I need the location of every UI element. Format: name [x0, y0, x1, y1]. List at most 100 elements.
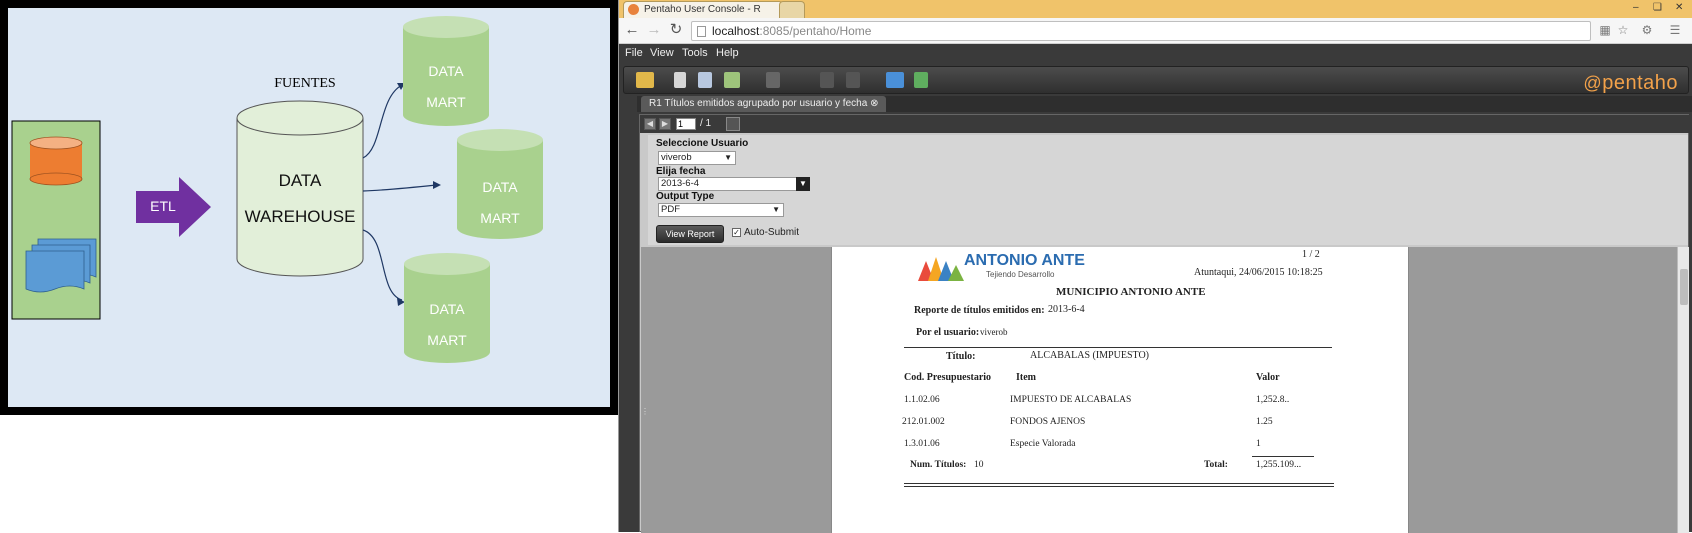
report-date-value: 2013-6-4: [1048, 304, 1085, 315]
output-param-label: Output Type: [656, 191, 715, 202]
save-as-icon[interactable]: [846, 72, 860, 88]
save-icon[interactable]: [820, 72, 834, 88]
menu-file[interactable]: File: [625, 47, 643, 59]
etl-arrow: ETL: [136, 177, 211, 237]
mart-2-label-1: DATA: [482, 179, 518, 195]
title-label: Título:: [946, 351, 976, 362]
row-3-value: 1: [1256, 439, 1261, 449]
row-1-item: IMPUESTO DE ALCABALAS: [1010, 395, 1132, 405]
scrollbar-thumb[interactable]: [1680, 269, 1688, 305]
toggle-params-icon[interactable]: [726, 117, 740, 131]
bottom-divider-2: [904, 486, 1334, 487]
pentaho-favicon-icon: [628, 4, 639, 15]
date-input-value: 2013-6-4: [661, 178, 700, 189]
next-page-icon[interactable]: ▶: [659, 118, 671, 130]
page-number-input[interactable]: 1: [676, 118, 696, 130]
output-type-select[interactable]: PDF ▼: [658, 203, 784, 217]
count-label: Num. Títulos:: [910, 460, 967, 470]
antonio-ante-logo-icon: [918, 257, 964, 281]
data-mart-3: DATA MART: [404, 253, 490, 363]
url-path: :8085/pentaho/Home: [759, 24, 872, 38]
menu-help[interactable]: Help: [716, 47, 739, 59]
logo-tagline: Tejiendo Desarrollo: [986, 270, 1055, 279]
browser-window: Pentaho User Console - R – ❏ ✕ ← → ↻ loc…: [618, 0, 1692, 533]
report-tab[interactable]: R1 Títulos emitidos agrupado por usuario…: [641, 96, 887, 112]
row-2-value: 1.25: [1256, 417, 1273, 427]
user-select[interactable]: viverob ▼: [658, 151, 736, 165]
manage-icon[interactable]: [724, 72, 740, 88]
report-panel: ◀ ▶ 1 / 1 Seleccione Usuario viverob ▼ E…: [639, 114, 1690, 533]
restore-icon[interactable]: ❏: [1653, 2, 1662, 13]
menu-icon[interactable]: ☰: [1667, 22, 1683, 38]
menu-view[interactable]: View: [650, 47, 674, 59]
translate-icon[interactable]: ▦: [1597, 22, 1613, 38]
checkmark-icon: ✓: [732, 227, 741, 237]
browser-view-icon[interactable]: [886, 72, 904, 88]
back-icon[interactable]: ←: [623, 21, 641, 39]
parameter-panel: Seleccione Usuario viverob ▼ Elija fecha…: [648, 135, 1688, 245]
browser-tab[interactable]: Pentaho User Console - R: [623, 1, 783, 18]
calendar-dropdown-icon[interactable]: ▼: [796, 177, 810, 191]
close-tab-icon[interactable]: ⊗: [870, 98, 878, 109]
menu-tools[interactable]: Tools: [682, 47, 708, 59]
auto-submit-checkbox[interactable]: ✓ Auto-Submit: [732, 227, 799, 238]
open-folder-icon[interactable]: [636, 72, 654, 88]
address-bar[interactable]: localhost:8085/pentaho/Home: [691, 21, 1591, 41]
chevron-down-icon: ▼: [724, 153, 732, 162]
browser-toolbar: ← → ↻ localhost:8085/pentaho/Home ▦ ☆ ⚙ …: [619, 18, 1692, 44]
splitter-grip-icon[interactable]: ⋮: [641, 407, 649, 431]
datasource-icon[interactable]: [698, 72, 712, 88]
row-2-code: 212.01.002: [902, 417, 945, 427]
pentaho-app: File View Tools Help @pentaho R1 Títulos…: [619, 44, 1692, 533]
pentaho-logo: @pentaho: [1583, 72, 1678, 94]
total-value: 1,255.109...: [1256, 460, 1302, 470]
count-value: 10: [974, 460, 984, 470]
row-3-code: 1.3.01.06: [904, 439, 940, 449]
place-date: Atuntaqui, 24/06/2015 10:18:25: [1194, 267, 1323, 278]
extension-icon[interactable]: ⚙: [1639, 22, 1655, 38]
auto-submit-label: Auto-Submit: [744, 227, 800, 238]
url-host: localhost: [712, 24, 760, 38]
divider: [904, 347, 1332, 348]
warehouse-label-1: DATA: [279, 171, 322, 190]
app-menubar: File View Tools Help: [619, 44, 1692, 64]
page-indicator: 1 / 2: [1302, 249, 1320, 260]
warehouse-label-2: WAREHOUSE: [245, 207, 356, 226]
total-label: Total:: [1204, 460, 1228, 470]
report-page: 1 / 2 ANTONIO ANTE Tejiendo Desarrollo A…: [831, 247, 1409, 533]
tab-title: Pentaho User Console - R: [644, 4, 761, 15]
date-param-label: Elija fecha: [656, 166, 706, 177]
logo-name: ANTONIO ANTE: [964, 252, 1085, 269]
page-total: / 1: [700, 118, 712, 129]
row-2-item: FONDOS AJENOS: [1010, 417, 1086, 427]
mart-1-label-2: MART: [426, 94, 466, 110]
bookmark-star-icon[interactable]: ☆: [1615, 22, 1631, 38]
user-select-value: viverob: [661, 152, 692, 163]
minimize-icon[interactable]: –: [1633, 2, 1639, 13]
data-warehouse-diagram: ETL FUENTES DATA WAREHOUSE DATA MART DAT…: [0, 0, 618, 415]
mart-2-label-2: MART: [480, 210, 520, 226]
prev-page-icon[interactable]: ◀: [644, 118, 656, 130]
view-report-button[interactable]: View Report: [656, 225, 724, 243]
date-input[interactable]: 2013-6-4 ▼: [658, 177, 810, 191]
output-type-value: PDF: [661, 204, 680, 215]
report-date-label: Reporte de títulos emitidos en:: [914, 305, 1045, 316]
new-report-icon[interactable]: [674, 72, 686, 88]
forward-icon[interactable]: →: [645, 21, 663, 39]
bottom-divider: [904, 483, 1334, 484]
document-tabbar: R1 Títulos emitidos agrupado por usuario…: [637, 96, 1692, 112]
report-tab-label: R1 Títulos emitidos agrupado por usuario…: [649, 98, 868, 109]
close-icon[interactable]: ✕: [1675, 2, 1683, 13]
edit-icon[interactable]: [766, 72, 780, 88]
browser-titlebar: Pentaho User Console - R – ❏ ✕: [619, 0, 1692, 18]
row-1-code: 1.1.02.06: [904, 395, 940, 405]
vertical-scrollbar[interactable]: [1677, 247, 1689, 533]
diagram-canvas: ETL FUENTES DATA WAREHOUSE DATA MART DAT…: [8, 8, 610, 407]
source-database-icon: [29, 136, 83, 186]
new-tab-button[interactable]: [779, 1, 805, 18]
data-warehouse-cylinder: DATA WAREHOUSE: [236, 100, 364, 277]
pentaho-toolbar: @pentaho: [623, 66, 1689, 94]
col-item-header: Item: [1016, 372, 1036, 383]
reload-icon[interactable]: ↻: [667, 21, 685, 39]
refresh-icon[interactable]: [914, 72, 928, 88]
